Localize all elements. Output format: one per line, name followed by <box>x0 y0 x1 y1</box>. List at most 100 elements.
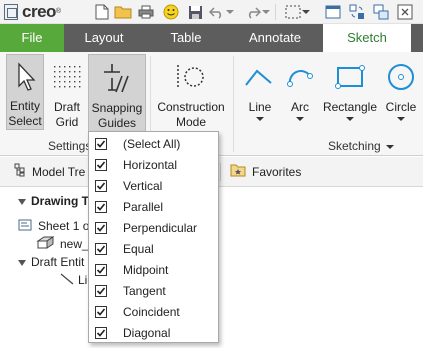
checkbox[interactable] <box>95 221 107 234</box>
smiley-icon[interactable] <box>161 2 181 22</box>
menu-item-label: Horizontal <box>123 157 178 172</box>
rectangle-label: Rectangle <box>322 100 378 114</box>
tab-annotate[interactable]: Annotate <box>228 24 322 52</box>
menu-item-label: Equal <box>123 241 154 256</box>
circle-button[interactable]: Circle <box>382 54 420 130</box>
menu-item-label: Tangent <box>123 283 166 298</box>
tab-favorites[interactable]: Favorites <box>230 157 301 187</box>
save-icon[interactable] <box>185 2 205 22</box>
checkbox[interactable] <box>95 305 107 318</box>
entity-select-button[interactable]: Entity Select <box>6 54 44 130</box>
snapping-guides-icon <box>89 55 145 101</box>
construction-mode-label: Construction Mode <box>157 100 225 129</box>
tree-item-line[interactable]: Li <box>60 271 87 289</box>
undo-dropdown-icon[interactable] <box>225 2 235 22</box>
construction-mode-button[interactable]: Construction Mode <box>154 54 228 130</box>
checkbox[interactable] <box>95 263 107 276</box>
line-entity-icon <box>60 272 74 290</box>
checkbox[interactable] <box>95 179 107 192</box>
menu-item-label: Perpendicular <box>123 220 198 235</box>
tree-item-draft-entities[interactable]: Draft Entit <box>18 253 84 271</box>
select-box-icon[interactable] <box>283 2 303 22</box>
sketching-group-label[interactable]: Sketching <box>328 138 395 154</box>
tree-item-model[interactable]: new_ <box>36 235 89 253</box>
open-folder-icon[interactable] <box>113 2 133 22</box>
redo-dropdown-icon[interactable] <box>261 2 271 22</box>
draft-grid-label: Draft Grid <box>53 100 80 129</box>
rectangle-dropdown-icon[interactable] <box>346 117 354 121</box>
snapping-guides-button[interactable]: Snapping Guides <box>88 54 146 132</box>
menu-item-parallel[interactable]: Parallel <box>89 196 218 217</box>
checkbox[interactable] <box>95 200 107 213</box>
rectangle-button[interactable]: Rectangle <box>320 54 380 130</box>
checkmark-icon <box>96 328 106 337</box>
line-label: Line <box>248 100 272 114</box>
checkmark-icon <box>96 181 106 190</box>
snapping-guides-label: Snapping Guides <box>91 101 143 130</box>
menu-item-label: Coincident <box>123 304 180 319</box>
arc-dropdown-icon[interactable] <box>296 117 304 121</box>
menu-item-vertical[interactable]: Vertical <box>89 175 218 196</box>
regenerate-icon[interactable] <box>347 2 367 22</box>
window-icon[interactable] <box>323 2 343 22</box>
checkbox[interactable] <box>95 284 107 297</box>
print-icon[interactable] <box>136 2 156 22</box>
toolbar-separator <box>275 4 276 20</box>
menu-item-tangent[interactable]: Tangent <box>89 280 218 301</box>
checkmark-icon <box>96 265 106 274</box>
arc-button[interactable]: Arc <box>284 54 316 130</box>
checkbox[interactable] <box>95 137 107 150</box>
menu-item-horizontal[interactable]: Horizontal <box>89 154 218 175</box>
checkmark-icon <box>96 202 106 211</box>
menu-item-label: Parallel <box>123 199 164 214</box>
draft-grid-button[interactable]: Draft Grid <box>48 54 86 130</box>
tab-model-tree[interactable]: Model Tre <box>14 157 85 187</box>
tree-item-sheet[interactable]: Sheet 1 o <box>18 217 89 235</box>
favorites-folder-icon <box>230 158 246 188</box>
menu-item-label: Diagonal <box>123 325 171 340</box>
sheet-icon <box>18 218 32 236</box>
tree-header-drawing[interactable]: Drawing T <box>18 192 89 210</box>
undo-icon[interactable] <box>207 2 227 22</box>
line-dropdown-icon[interactable] <box>256 117 264 121</box>
menu-item-midpoint[interactable]: Midpoint <box>89 259 218 280</box>
arc-label: Arc <box>291 100 309 114</box>
menu-item-select-all[interactable]: (Select All) <box>89 133 218 154</box>
ribbon-tab-bar: File Layout Table Annotate Sketch <box>0 24 423 52</box>
close-window-icon[interactable] <box>395 2 415 22</box>
menu-item-label: Midpoint <box>123 262 169 277</box>
expand-icon[interactable] <box>18 259 26 266</box>
grid-dots-icon <box>48 54 86 100</box>
checkmark-icon <box>96 139 106 148</box>
expand-icon[interactable] <box>18 198 26 205</box>
circle-dropdown-icon[interactable] <box>397 117 405 121</box>
menu-item-equal[interactable]: Equal <box>89 238 218 259</box>
line-button[interactable]: Line <box>238 54 282 130</box>
checkmark-icon <box>96 244 106 253</box>
sketching-dropdown-icon[interactable] <box>386 144 395 149</box>
arrow-cursor-icon <box>7 55 43 99</box>
settings-group-label: Settings <box>48 139 92 153</box>
model-tree-icon <box>14 158 26 188</box>
menu-item-perpendicular[interactable]: Perpendicular <box>89 217 218 238</box>
snapping-guides-menu: (Select All) Horizontal Vertical Parallel Pe… <box>88 131 219 343</box>
select-dropdown-icon[interactable] <box>301 2 311 22</box>
switch-windows-icon[interactable] <box>371 2 391 22</box>
checkmark-icon <box>96 160 106 169</box>
tab-table[interactable]: Table <box>144 24 228 52</box>
menu-item-label: Vertical <box>123 178 163 193</box>
checkmark-icon <box>96 286 106 295</box>
rectangle-icon <box>320 54 380 100</box>
checkbox[interactable] <box>95 326 107 339</box>
new-file-icon[interactable] <box>92 2 112 22</box>
tab-layout[interactable]: Layout <box>64 24 144 52</box>
menu-item-diagonal[interactable]: Diagonal <box>89 322 218 343</box>
tab-sketch[interactable]: Sketch <box>323 24 411 52</box>
checkbox[interactable] <box>95 242 107 255</box>
checkbox[interactable] <box>95 158 107 171</box>
tab-file[interactable]: File <box>0 24 64 52</box>
part-model-icon <box>36 235 55 254</box>
menu-item-coincident[interactable]: Coincident <box>89 301 218 322</box>
app-window-icon[interactable] <box>4 4 18 20</box>
redo-icon[interactable] <box>243 2 263 22</box>
